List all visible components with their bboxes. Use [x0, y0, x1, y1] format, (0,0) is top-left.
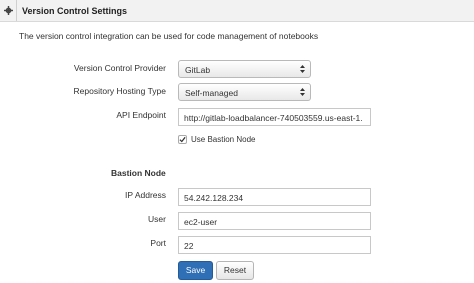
- reset-button[interactable]: Reset: [216, 261, 254, 280]
- description-text: The version control integration can be u…: [19, 31, 319, 41]
- port-label: Port: [150, 238, 166, 248]
- select-arrows-icon: [300, 65, 305, 73]
- checkmark-icon: [179, 136, 186, 142]
- hosting-type-select[interactable]: Self-managed: [178, 83, 311, 101]
- save-button[interactable]: Save: [178, 261, 213, 280]
- provider-value: GitLab: [185, 65, 211, 75]
- user-label: User: [148, 214, 166, 224]
- provider-label: Version Control Provider: [73, 63, 166, 73]
- api-endpoint-label: API Endpoint: [116, 110, 166, 120]
- bastion-checkbox-row[interactable]: Use Bastion Node: [178, 133, 255, 145]
- hosting-type-label: Repository Hosting Type: [73, 86, 166, 96]
- ip-address-label: IP Address: [125, 190, 166, 200]
- ip-address-input[interactable]: 54.242.128.234: [178, 188, 371, 206]
- select-arrows-icon: [300, 88, 305, 96]
- panel-title: Version Control Settings: [22, 6, 128, 16]
- gear-icon: [3, 6, 13, 15]
- user-input[interactable]: ec2-user: [178, 212, 371, 230]
- provider-select[interactable]: GitLab: [178, 60, 311, 78]
- panel-header: Version Control Settings: [0, 0, 474, 22]
- port-input[interactable]: 22: [178, 236, 371, 254]
- api-endpoint-input[interactable]: http://gitlab-loadbalancer-740503559.us-…: [178, 108, 371, 126]
- bastion-section-title: Bastion Node: [111, 168, 166, 178]
- use-bastion-checkbox[interactable]: [178, 134, 187, 144]
- use-bastion-label: Use Bastion Node: [191, 134, 256, 144]
- hosting-type-value: Self-managed: [185, 88, 238, 98]
- settings-toggle[interactable]: [0, 0, 17, 21]
